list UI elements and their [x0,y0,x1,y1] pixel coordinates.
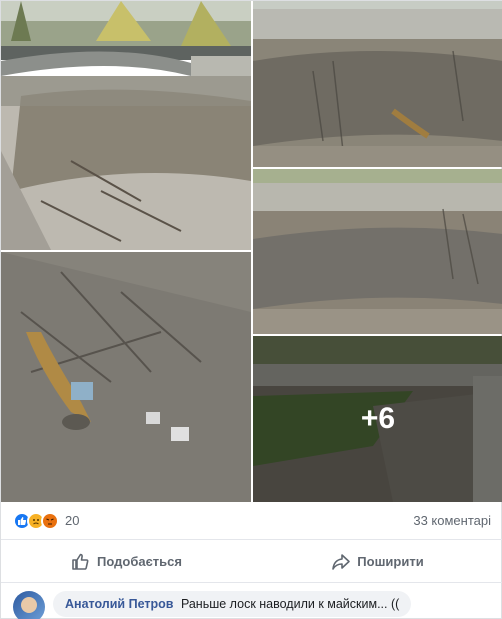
reaction-count[interactable]: 20 [65,513,79,528]
like-button-label: Подобається [97,554,182,569]
comment-item: Анатолий Петров Раньше лоск наводили к м… [1,585,502,619]
photo-2[interactable] [253,1,502,167]
photo-1[interactable] [1,1,251,250]
more-photos-count: +6 [360,402,396,435]
angry-icon [41,511,59,530]
avatar[interactable] [13,591,45,619]
post-card: +6 20 33 коментарі Подобається Поширити [0,0,502,619]
comment-text: Раньше лоск наводили к майским... (( [180,597,400,611]
like-button[interactable]: Подобається [1,541,252,582]
post-actions: Подобається Поширити [1,541,502,583]
reactions-bar: 20 33 коментарі [1,502,502,540]
comment-author[interactable]: Анатолий Петров [65,597,173,611]
share-button[interactable]: Поширити [252,541,502,582]
photo-grid: +6 [1,1,502,502]
comment-bubble: Анатолий Петров Раньше лоск наводили к м… [53,591,412,617]
photo-4[interactable] [1,252,251,502]
share-button-label: Поширити [357,554,424,569]
share-arrow-icon [332,553,351,570]
photo-5[interactable]: +6 [253,336,502,502]
comments-count[interactable]: 33 коментарі [413,513,491,528]
reaction-icons[interactable] [13,511,59,530]
more-photos-overlay[interactable]: +6 [253,336,502,502]
photo-3[interactable] [253,169,502,334]
thumbs-up-icon [72,553,89,570]
